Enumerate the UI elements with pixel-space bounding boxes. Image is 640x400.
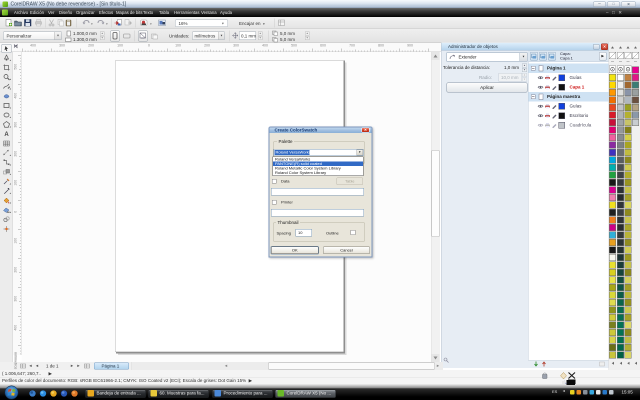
svg-text:A: A: [4, 132, 9, 138]
